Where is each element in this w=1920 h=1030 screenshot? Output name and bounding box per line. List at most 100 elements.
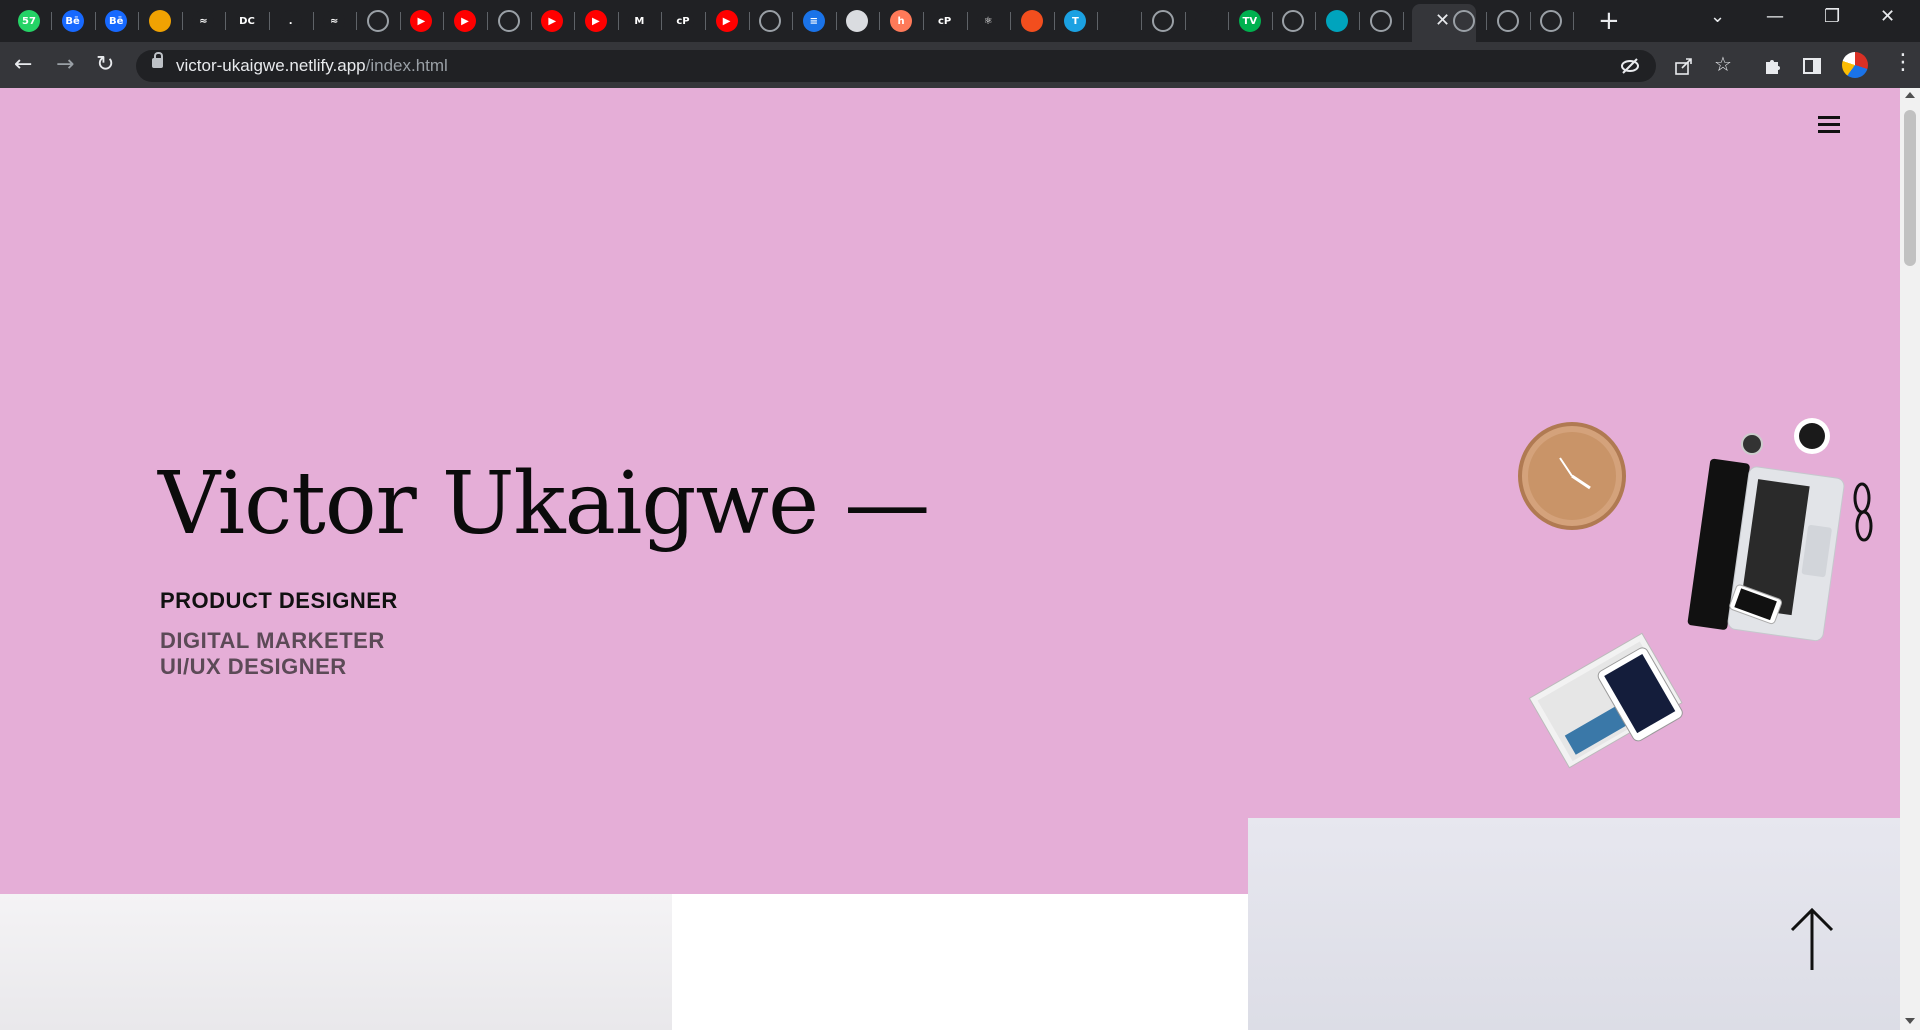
wall-clock-image xyxy=(1518,422,1626,530)
tab-separator xyxy=(138,12,140,30)
dot-icon[interactable]: . xyxy=(279,10,302,32)
youtube-icon[interactable]: ▶ xyxy=(715,10,738,32)
tv-icon[interactable]: TV xyxy=(1238,10,1261,32)
new-tab-button[interactable]: + xyxy=(1598,6,1620,36)
tab-separator xyxy=(225,12,227,30)
tab-separator xyxy=(1271,12,1273,30)
newspaper-tablet-image xyxy=(1528,632,1683,769)
tab-separator xyxy=(835,12,837,30)
tab-separator xyxy=(51,12,52,30)
tab-separator xyxy=(966,12,968,30)
youtube-icon[interactable]: ▶ xyxy=(410,10,433,32)
portfolio-image-left xyxy=(0,894,672,1030)
tab-separator xyxy=(269,12,270,30)
binance-icon[interactable]: ≈ xyxy=(192,10,215,32)
sidepanel-icon[interactable] xyxy=(1802,56,1822,76)
youtube-icon[interactable]: ▶ xyxy=(541,10,564,32)
tab-separator xyxy=(487,12,488,30)
globe-icon[interactable] xyxy=(1282,10,1305,32)
tab-search-dropdown-icon[interactable]: ⌄ xyxy=(1710,6,1725,27)
profile-avatar[interactable] xyxy=(1842,52,1868,78)
diamond-icon[interactable] xyxy=(1326,10,1348,32)
cp-icon[interactable]: cP xyxy=(933,10,956,32)
tab-separator xyxy=(748,12,750,30)
phone-icon[interactable] xyxy=(1108,10,1130,32)
tab-separator xyxy=(1053,12,1055,30)
tab-separator xyxy=(1402,12,1404,30)
figma-icon[interactable] xyxy=(1020,10,1043,32)
tab-separator xyxy=(792,12,794,30)
extensions-icon[interactable] xyxy=(1762,56,1782,76)
react-icon[interactable]: ⚛ xyxy=(977,10,1000,32)
minimize-button[interactable]: — xyxy=(1766,6,1784,27)
behance-icon[interactable]: Bē xyxy=(61,10,84,32)
arrow-up-icon[interactable] xyxy=(1790,906,1834,972)
cat-icon[interactable] xyxy=(148,10,171,32)
globe-icon[interactable] xyxy=(1540,10,1563,32)
tab-separator xyxy=(181,12,183,30)
reload-button[interactable]: ↻ xyxy=(96,52,114,77)
behance-icon[interactable]: Bē xyxy=(105,10,128,32)
globe-icon[interactable] xyxy=(497,10,520,32)
share-icon[interactable] xyxy=(1674,56,1694,76)
whatsapp-icon[interactable]: 57 xyxy=(18,10,40,32)
close-tab-icon[interactable]: ✕ xyxy=(1435,10,1450,31)
globe-icon[interactable] xyxy=(366,10,389,32)
tab-separator xyxy=(1141,12,1142,30)
globe-icon[interactable] xyxy=(1151,10,1174,32)
role-uiux-designer: UI/UX DESIGNER xyxy=(160,654,347,679)
youtube-icon[interactable]: ▶ xyxy=(454,10,476,32)
tab-separator xyxy=(399,12,401,30)
globe-icon[interactable] xyxy=(759,10,782,32)
tab-separator xyxy=(661,12,663,30)
tab-separator xyxy=(356,12,358,30)
forward-button[interactable]: → xyxy=(56,52,74,77)
tab-separator xyxy=(705,12,706,30)
tab-separator xyxy=(574,12,576,30)
menu-dots-icon[interactable]: ⋮ xyxy=(1892,50,1914,75)
tab-separator xyxy=(1359,12,1360,30)
desk-flatlay-illustration xyxy=(1518,418,1873,769)
gmail-icon[interactable]: M xyxy=(628,10,651,32)
restore-button[interactable]: ❐ xyxy=(1824,6,1840,27)
scroll-down-arrow-icon[interactable] xyxy=(1905,1018,1915,1024)
close-window-button[interactable]: ✕ xyxy=(1880,6,1895,27)
tab-separator xyxy=(443,12,445,30)
hero-section: Victor Ukaigwe — PRODUCT DESIGNER DIGITA… xyxy=(0,88,1900,894)
role-digital-marketer: DIGITAL MARKETER xyxy=(160,628,385,653)
binance-icon[interactable]: ≈ xyxy=(323,10,346,32)
scroll-up-arrow-icon[interactable] xyxy=(1905,92,1915,98)
page-scrollbar[interactable] xyxy=(1900,88,1920,1030)
tab-separator xyxy=(94,12,96,30)
tab-separator xyxy=(1184,12,1186,30)
image-icon[interactable] xyxy=(846,10,869,32)
tab-separator xyxy=(923,12,924,30)
coffee-cup-image xyxy=(1741,418,1830,455)
hero-name: Victor Ukaigwe — xyxy=(158,454,930,554)
docs-icon[interactable]: ≡ xyxy=(802,10,825,32)
t-icon[interactable]: T xyxy=(1064,10,1087,32)
youtube-icon[interactable]: ▶ xyxy=(584,10,607,32)
glasses-image xyxy=(1853,482,1873,542)
lock-icon[interactable] xyxy=(152,52,163,68)
url-text[interactable]: victor-ukaigwe.netlify.app/index.html xyxy=(176,56,448,76)
address-bar[interactable]: victor-ukaigwe.netlify.app/index.html xyxy=(136,50,1656,82)
globe-icon[interactable] xyxy=(1496,10,1519,32)
scroll-thumb[interactable] xyxy=(1904,110,1916,266)
tab-separator xyxy=(879,12,881,30)
tab-separator xyxy=(1529,12,1531,30)
hubspot-icon[interactable]: h xyxy=(890,10,912,32)
cp-icon[interactable]: cP xyxy=(672,10,694,32)
tab-separator xyxy=(1486,12,1488,30)
dc-icon[interactable]: DC xyxy=(236,10,258,32)
gauge-icon[interactable] xyxy=(1195,10,1218,32)
tab-separator xyxy=(312,12,314,30)
eye-off-icon[interactable] xyxy=(1620,57,1640,75)
back-button[interactable]: ← xyxy=(14,52,32,77)
star-icon[interactable]: ☆ xyxy=(1714,52,1732,76)
url-host: victor-ukaigwe.netlify.app xyxy=(176,56,366,75)
hamburger-menu-icon[interactable] xyxy=(1818,116,1840,134)
tab-separator xyxy=(1573,12,1575,30)
globe-icon[interactable] xyxy=(1369,10,1392,32)
webpage: Victor Ukaigwe — PRODUCT DESIGNER DIGITA… xyxy=(0,88,1900,1030)
